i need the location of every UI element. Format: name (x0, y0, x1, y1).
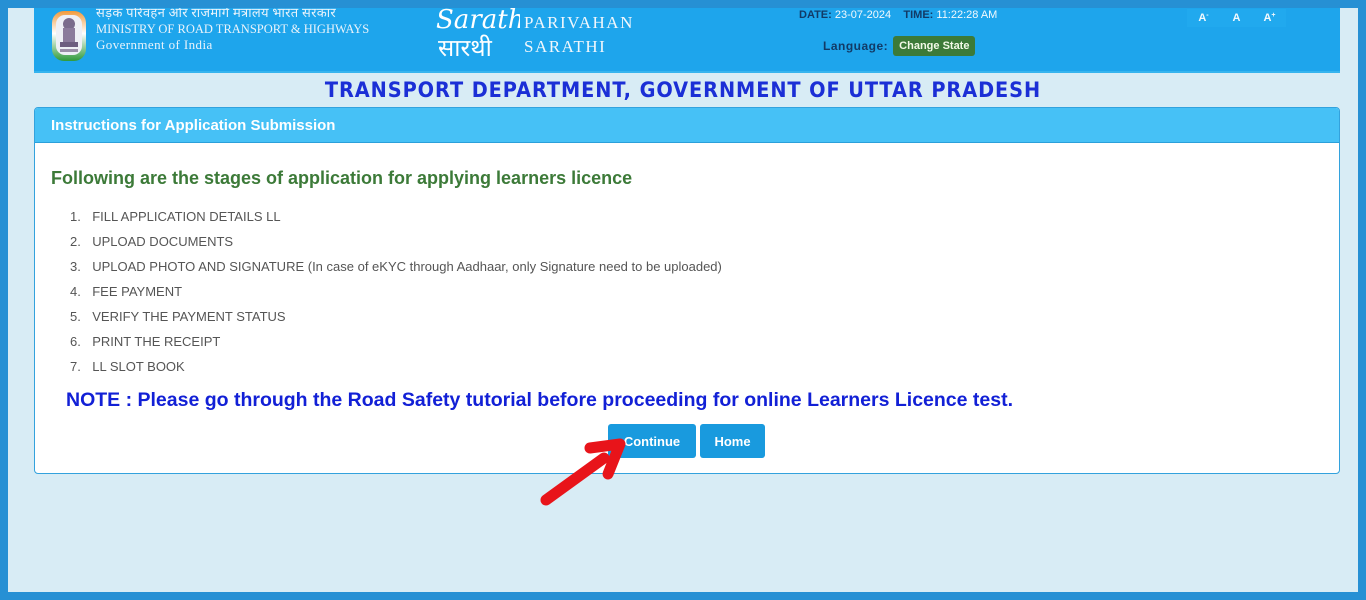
stage-item: 3. UPLOAD PHOTO AND SIGNATURE (In case o… (70, 259, 722, 274)
stages-list: 1. FILL APPLICATION DETAILS LL 2. UPLOAD… (70, 204, 722, 379)
action-buttons: Continue Home (608, 424, 765, 458)
time-label: TIME: (903, 9, 934, 21)
stage-item: 4. FEE PAYMENT (70, 284, 183, 299)
brand-parivahan: PARIVAHAN (524, 13, 634, 32)
svg-text:सारथी: सारथी (438, 34, 493, 62)
stage-item: 5. VERIFY THE PAYMENT STATUS (70, 309, 286, 324)
road-safety-note: NOTE : Please go through the Road Safety… (66, 389, 1013, 411)
continue-button[interactable]: Continue (608, 424, 696, 458)
default-font-button[interactable]: A (1220, 9, 1253, 27)
department-title: TRANSPORT DEPARTMENT, GOVERNMENT OF UTTA… (324, 78, 1042, 102)
stage-item: 1. FILL APPLICATION DETAILS LL (70, 209, 281, 224)
font-size-controls: A- A A + (1187, 9, 1286, 27)
ministry-english: MINISTRY OF ROAD TRANSPORT & HIGHWAYS (96, 22, 370, 36)
stages-title: Following are the stages of application … (51, 168, 633, 188)
date-value: 23-07-2024 (834, 9, 892, 21)
decrease-font-button[interactable]: A- (1187, 9, 1220, 27)
page-viewport: सड़क परिवहन और राजमार्ग मंत्रालय भारत सर… (8, 8, 1358, 592)
time-value: 11:22:28 AM (936, 9, 998, 21)
site-header: सड़क परिवहन और राजमार्ग मंत्रालय भारत सर… (34, 8, 1340, 73)
brand-sarathi: SARATHI (524, 37, 607, 56)
date-time: DATE: 23-07-2024 TIME: 11:22:28 AM (799, 9, 997, 21)
stage-item: 7. LL SLOT BOOK (70, 359, 185, 374)
stage-item: 6. PRINT THE RECEIPT (70, 334, 221, 349)
increase-font-button[interactable]: A + (1253, 9, 1286, 27)
language-label: Language: (823, 39, 889, 53)
government-of-india: Government of India (96, 37, 213, 52)
brand-name: PARIVAHAN SARATHI (524, 11, 634, 59)
instructions-panel: Instructions for Application Submission … (34, 107, 1340, 474)
change-state-button[interactable]: Change State (893, 36, 976, 56)
national-emblem-icon (52, 11, 86, 61)
sarathi-logo-icon: Sarathi सारथी (436, 8, 520, 62)
panel-heading: Instructions for Application Submission (35, 108, 1339, 143)
svg-text:Sarathi: Sarathi (436, 8, 520, 35)
ministry-hindi: सड़क परिवहन और राजमार्ग मंत्रालय भारत सर… (96, 8, 337, 20)
date-label: DATE: (799, 9, 832, 21)
language-selector: Language: Change State (823, 36, 976, 56)
ministry-name: सड़क परिवहन और राजमार्ग मंत्रालय भारत सर… (96, 8, 369, 53)
stage-item: 2. UPLOAD DOCUMENTS (70, 234, 234, 249)
home-button[interactable]: Home (700, 424, 765, 458)
